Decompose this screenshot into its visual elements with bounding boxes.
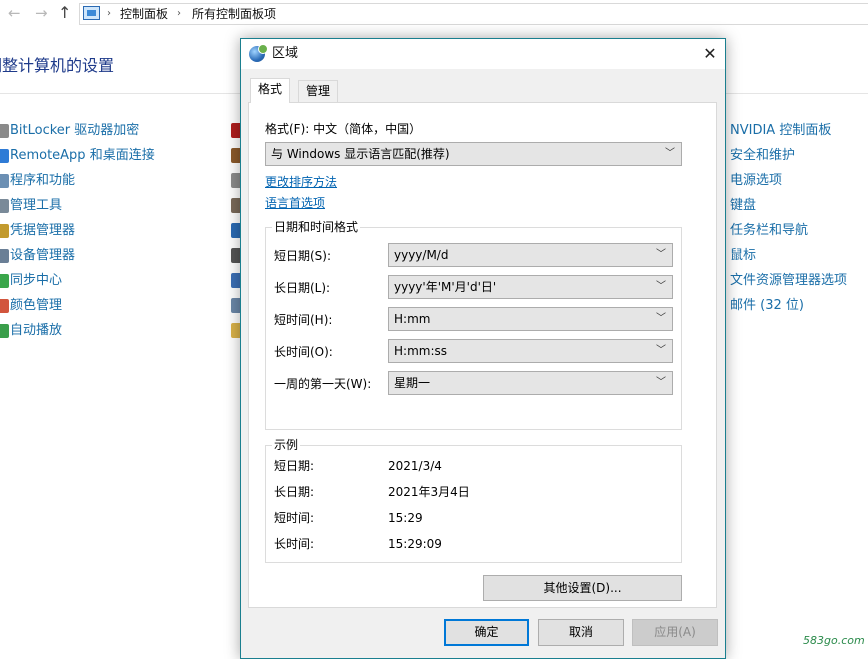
control-panel-item-link[interactable]: 邮件 (32 位) [730,297,804,315]
region-dialog: 区域 ✕ 格式 管理 格式(F): 中文（简体，中国） 与 Windows 显示… [240,38,726,659]
chevron-down-icon: ﹀ [656,281,666,292]
control-panel-item-link[interactable]: 安全和维护 [730,147,795,165]
control-panel-item-icon [0,249,9,263]
arrow-up-icon[interactable]: ↑ [58,4,71,22]
format-tab-panel: 格式(F): 中文（简体，中国） 与 Windows 显示语言匹配(推荐) ﹀ … [248,102,717,608]
control-panel-item-link[interactable]: 电源选项 [730,172,782,190]
breadcrumb-all-items[interactable]: 所有控制面板项 [192,6,276,22]
page-title: 调整计算机的设置 [0,56,115,75]
other-settings-button[interactable]: 其他设置(D)... [483,575,682,601]
format-field-value: yyyy/M/d [394,248,449,262]
control-panel-item-link[interactable]: 同步中心 [10,272,62,290]
format-field-value: yyyy'年'M'月'd'日' [394,280,497,294]
format-field-select[interactable]: H:mm ﹀ [388,307,673,331]
example-value: 15:29 [388,511,423,525]
format-field-select[interactable]: 星期一 ﹀ [388,371,673,395]
control-panel-item-link[interactable]: RemoteApp 和桌面连接 [10,147,155,165]
format-field-value: 星期一 [394,376,431,390]
format-label: 格式(F): 中文（简体，中国） [265,122,422,136]
chevron-down-icon: ﹀ [656,249,666,260]
datetime-group-title: 日期和时间格式 [272,219,361,235]
control-panel-item-link[interactable]: BitLocker 驱动器加密 [10,122,139,140]
format-select[interactable]: 与 Windows 显示语言匹配(推荐) ﹀ [265,142,682,166]
control-panel-item-link[interactable]: 文件资源管理器选项 [730,272,847,290]
example-group-title: 示例 [272,437,301,453]
control-panel-item-icon [0,224,9,238]
control-panel-item-link[interactable]: 任务栏和导航 [730,222,808,240]
control-panel-item-link[interactable]: 颜色管理 [10,297,62,315]
control-panel-item-icon [0,124,9,138]
control-panel-item-icon [0,299,9,313]
control-panel-item-icon [0,324,9,338]
cancel-button[interactable]: 取消 [538,619,624,646]
arrow-left-icon[interactable]: ← [8,4,21,22]
control-panel-item-icon [0,199,9,213]
dialog-title: 区域 [272,46,299,61]
control-panel-item-link[interactable]: 程序和功能 [10,172,75,190]
datetime-format-group: 日期和时间格式 短日期(S): yyyy/M/d ﹀ 长日期(L): yyyy'年'M'… [265,219,682,430]
chevron-right-icon[interactable]: › [107,6,111,22]
control-panel-icon [83,6,100,20]
format-field-select[interactable]: H:mm:ss ﹀ [388,339,673,363]
dialog-titlebar[interactable]: 区域 ✕ [241,39,725,69]
example-label: 短日期: [274,459,315,473]
watermark: 583go.com [803,634,865,647]
change-sort-link[interactable]: 更改排序方法 [265,174,337,190]
format-field-value: H:mm:ss [394,344,447,358]
format-field-select[interactable]: yyyy'年'M'月'd'日' ﹀ [388,275,673,299]
example-label: 短时间: [274,511,315,525]
example-value: 15:29:09 [388,537,442,551]
control-panel-item-link[interactable]: 键盘 [730,197,756,215]
explorer-navbar: ← → ↑ › 控制面板 › 所有控制面板项 [0,0,868,28]
breadcrumb-control-panel[interactable]: 控制面板 [120,6,168,22]
format-field-value: H:mm [394,312,431,326]
control-panel-item-link[interactable]: 凭据管理器 [10,222,75,240]
format-field-select[interactable]: yyyy/M/d ﹀ [388,243,673,267]
tab-format[interactable]: 格式 [250,78,291,103]
control-panel-item-icon [0,274,9,288]
globe-icon [249,44,268,62]
format-field-label: 长日期(L): [274,281,331,295]
control-panel-item-link[interactable]: 自动播放 [10,322,62,340]
example-value: 2021/3/4 [388,459,442,473]
example-value: 2021年3月4日 [388,485,470,499]
address-bar[interactable]: › 控制面板 › 所有控制面板项 [79,3,868,25]
apply-button[interactable]: 应用(A) [632,619,718,646]
format-field-label: 短日期(S): [274,249,332,263]
chevron-right-icon[interactable]: › [177,6,181,22]
format-field-label: 长时间(O): [274,345,333,359]
control-panel-item-link[interactable]: 鼠标 [730,247,756,265]
example-label: 长日期: [274,485,315,499]
chevron-down-icon: ﹀ [656,377,666,388]
ok-button[interactable]: 确定 [444,619,529,646]
example-label: 长时间: [274,537,315,551]
format-field-label: 一周的第一天(W): [274,377,372,391]
language-preferences-link[interactable]: 语言首选项 [265,195,325,211]
chevron-down-icon: ﹀ [665,148,675,159]
control-panel-item-icon [0,149,9,163]
control-panel-item-link[interactable]: NVIDIA 控制面板 [730,122,831,140]
tab-manage[interactable]: 管理 [298,80,339,102]
chevron-down-icon: ﹀ [656,345,666,356]
control-panel-item-icon [0,174,9,188]
control-panel-item-link[interactable]: 设备管理器 [10,247,75,265]
arrow-right-icon[interactable]: → [35,4,48,22]
control-panel-item-link[interactable]: 管理工具 [10,197,62,215]
close-icon[interactable]: ✕ [695,39,725,69]
example-group: 示例 短日期: 2021/3/4 长日期: 2021年3月4日短时间: 15:29 长时间… [265,437,682,563]
format-select-value: 与 Windows 显示语言匹配(推荐) [271,147,450,161]
chevron-down-icon: ﹀ [656,313,666,324]
format-field-label: 短时间(H): [274,313,333,327]
